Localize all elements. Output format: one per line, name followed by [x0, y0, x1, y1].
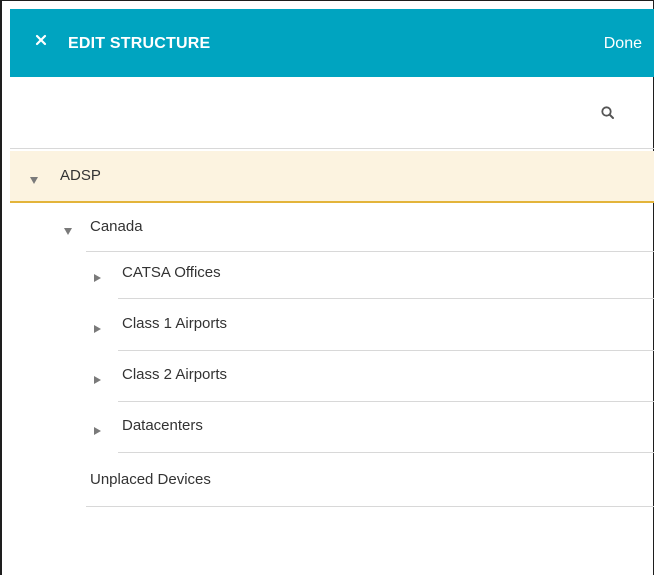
- expand-caret-icon[interactable]: [30, 177, 38, 184]
- search-bar: [10, 77, 654, 149]
- tree-node-label: Class 1 Airports: [122, 315, 228, 332]
- edit-structure-panel: EDIT STRUCTURE Done ADSP Canada CATSA Of…: [0, 0, 654, 575]
- row-divider: [86, 506, 654, 507]
- expand-caret-icon[interactable]: [64, 228, 72, 235]
- tree-node-label: CATSA Offices: [122, 264, 221, 281]
- tree-node-label: Datacenters: [122, 417, 203, 434]
- close-icon[interactable]: [34, 33, 52, 51]
- search-icon[interactable]: [600, 105, 616, 121]
- collapse-caret-icon[interactable]: [94, 325, 101, 333]
- tree-node-label: Unplaced Devices: [90, 471, 211, 488]
- tree-node-label: ADSP: [60, 167, 101, 184]
- tree-node-catsa-offices[interactable]: CATSA Offices: [10, 252, 654, 299]
- tree-node-adsp[interactable]: ADSP: [10, 151, 654, 203]
- collapse-caret-icon[interactable]: [94, 274, 101, 282]
- panel-header: EDIT STRUCTURE Done: [10, 9, 654, 77]
- collapse-caret-icon[interactable]: [94, 376, 101, 384]
- tree-node-label: Canada: [90, 218, 143, 235]
- tree-node-canada[interactable]: Canada: [10, 203, 654, 252]
- tree-node-unplaced-devices[interactable]: Unplaced Devices: [10, 453, 654, 507]
- done-button[interactable]: Done: [604, 35, 642, 53]
- tree-node-class-1-airports[interactable]: Class 1 Airports: [10, 299, 654, 351]
- tree-node-datacenters[interactable]: Datacenters: [10, 402, 654, 453]
- search-input[interactable]: [10, 77, 580, 149]
- tree-node-class-2-airports[interactable]: Class 2 Airports: [10, 351, 654, 402]
- collapse-caret-icon[interactable]: [94, 427, 101, 435]
- tree-node-label: Class 2 Airports: [122, 366, 228, 383]
- panel-title: EDIT STRUCTURE: [68, 35, 211, 52]
